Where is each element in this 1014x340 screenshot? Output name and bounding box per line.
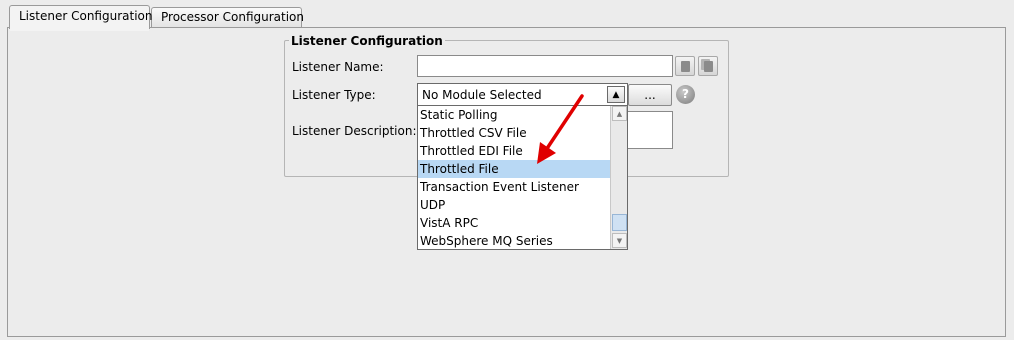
dropdown-item[interactable]: WebSphere MQ Series <box>418 232 611 249</box>
group-title: Listener Configuration <box>289 34 445 48</box>
listener-name-input[interactable] <box>417 55 673 77</box>
paste-icon[interactable] <box>698 56 718 76</box>
dropdown-item[interactable]: UDP <box>418 196 611 214</box>
annotation-arrow-icon <box>537 94 584 164</box>
dropdown-item[interactable]: Transaction Event Listener <box>418 178 611 196</box>
dropdown-item[interactable]: VistA RPC <box>418 214 611 232</box>
triangle-up-icon[interactable]: ▲ <box>607 86 625 103</box>
dropdown-scrollbar[interactable]: ▲ ▼ <box>610 106 627 249</box>
scrollbar-thumb[interactable] <box>612 214 627 231</box>
tab-listener-configuration[interactable]: Listener Configuration <box>9 5 152 31</box>
scroll-up-icon[interactable]: ▲ <box>612 106 627 121</box>
copy-icon[interactable] <box>675 56 695 76</box>
listener-description-label: Listener Description: <box>292 124 417 138</box>
help-icon[interactable]: ? <box>676 85 695 104</box>
scroll-down-icon[interactable]: ▼ <box>612 233 627 248</box>
listener-type-label: Listener Type: <box>292 88 376 102</box>
tab-processor-configuration[interactable]: Processor Configuration <box>151 7 304 28</box>
listener-name-label: Listener Name: <box>292 60 384 74</box>
browse-button[interactable]: ... <box>628 84 672 106</box>
